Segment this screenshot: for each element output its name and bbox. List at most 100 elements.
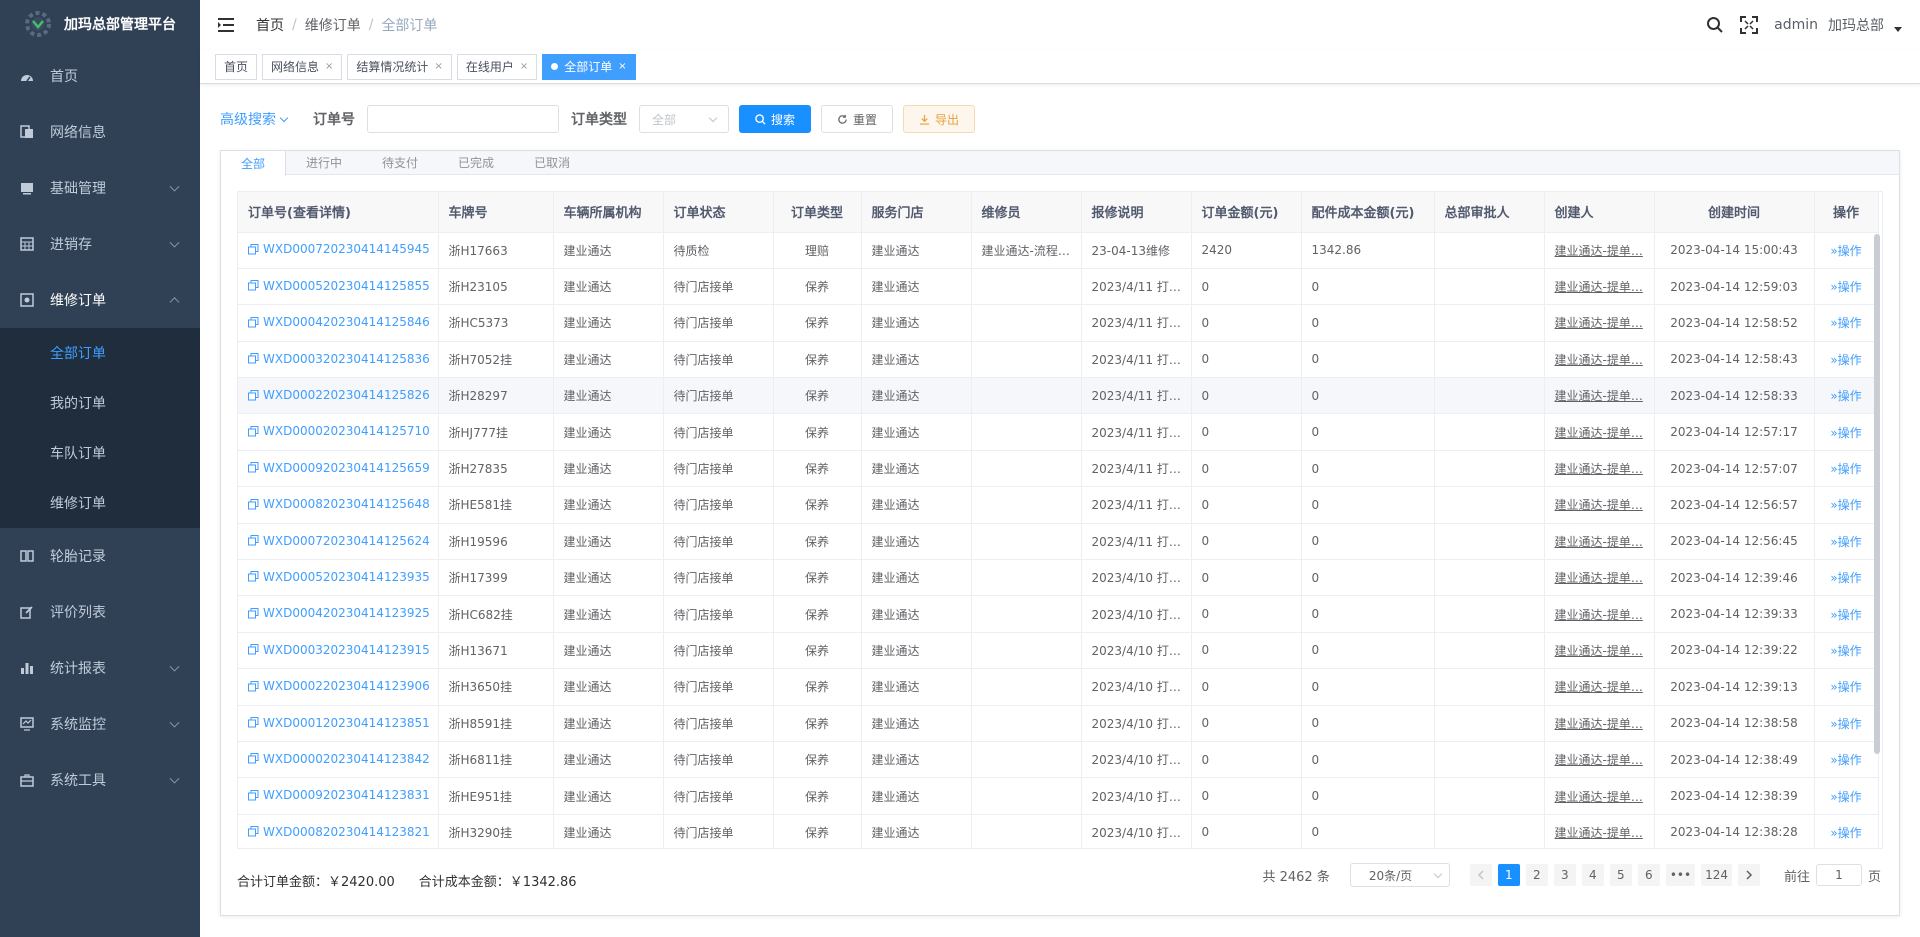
submenu-item-2[interactable]: 车队订单 (0, 428, 200, 478)
sidebar-item-9[interactable]: 系统工具 (0, 752, 200, 808)
order-type-select[interactable]: 全部 (639, 105, 729, 133)
order-link[interactable]: WXD000820230414125648 (238, 486, 439, 524)
operate-link[interactable]: »操作 (1814, 377, 1879, 415)
chevron-down-icon (1433, 869, 1443, 878)
status-tab-1[interactable]: 进行中 (286, 151, 362, 174)
reset-button[interactable]: 重置 (821, 105, 894, 133)
page-button[interactable]: 3 (1553, 864, 1576, 886)
operate-link[interactable]: »操作 (1814, 668, 1879, 706)
fullscreen-icon[interactable] (1740, 16, 1759, 34)
order-link[interactable]: WXD000120230414123851 (238, 705, 439, 742)
order-link[interactable]: WXD000420230414123925 (238, 595, 439, 633)
order-link[interactable]: WXD000020230414125710 (238, 413, 439, 451)
order-link[interactable]: WXD000720230414145945 (238, 232, 439, 269)
order-link[interactable]: WXD000420230414125846 (238, 304, 439, 342)
status-tab-4[interactable]: 已取消 (514, 151, 590, 174)
close-icon[interactable]: × (325, 61, 333, 72)
table-cell: 0 (1301, 741, 1435, 779)
submenu-item-3[interactable]: 维修订单 (0, 478, 200, 528)
advanced-search-toggle[interactable]: 高级搜索 (220, 109, 289, 129)
page-button[interactable]: 6 (1637, 864, 1660, 886)
sidebar-item-1[interactable]: 网络信息 (0, 104, 200, 160)
page-button[interactable]: 1 (1497, 864, 1520, 886)
operate-link[interactable]: »操作 (1814, 777, 1879, 815)
table-cell: 2023-04-14 12:58:43 (1654, 341, 1815, 379)
user-menu[interactable]: admin 加玛总部 (1774, 15, 1902, 35)
breadcrumb: 首页 / 维修订单 / 全部订单 (256, 15, 437, 35)
page-button[interactable]: 2 (1525, 864, 1548, 886)
double-chevron-right-icon: » (1830, 316, 1838, 331)
operate-link[interactable]: »操作 (1814, 232, 1879, 269)
order-link[interactable]: WXD000720230414125624 (238, 523, 439, 561)
close-icon[interactable]: × (618, 61, 626, 72)
order-link[interactable]: WXD000320230414125836 (238, 341, 439, 379)
table-cell: 保养 (773, 705, 862, 742)
operate-link[interactable]: »操作 (1814, 814, 1879, 848)
operate-link[interactable]: »操作 (1814, 523, 1879, 561)
page-size-select[interactable]: 20条/页 (1349, 863, 1450, 887)
order-link[interactable]: WXD000520230414125855 (238, 268, 439, 306)
page-button[interactable]: 4 (1581, 864, 1604, 886)
table-cell: 建业通达 (861, 377, 972, 415)
order-link[interactable]: WXD000320230414123915 (238, 632, 439, 670)
operate-link[interactable]: »操作 (1814, 268, 1879, 306)
breadcrumb-home[interactable]: 首页 (256, 15, 284, 35)
operate-link[interactable]: »操作 (1814, 413, 1879, 451)
order-link[interactable]: WXD000220230414125826 (238, 377, 439, 415)
operate-link[interactable]: »操作 (1814, 341, 1879, 379)
close-icon[interactable]: × (434, 61, 442, 72)
sidebar-item-0[interactable]: 首页 (0, 48, 200, 104)
table-cell (971, 413, 1082, 451)
goto-page-input[interactable]: 1 (1815, 864, 1862, 886)
sidebar-item-5[interactable]: 轮胎记录 (0, 528, 200, 584)
close-icon[interactable]: × (520, 61, 528, 72)
tag-4[interactable]: 全部订单 × (542, 53, 636, 80)
creator-cell: 建业通达-提单… (1544, 486, 1655, 524)
order-link[interactable]: WXD000220230414123906 (238, 668, 439, 706)
sidebar-item-7[interactable]: 统计报表 (0, 640, 200, 696)
hamburger-icon[interactable] (218, 18, 234, 32)
sidebar-item-3[interactable]: 进销存 (0, 216, 200, 272)
tag-0[interactable]: 首页 (215, 53, 258, 80)
tag-2[interactable]: 结算情况统计 × (347, 53, 452, 80)
operate-link[interactable]: »操作 (1814, 304, 1879, 342)
page-button[interactable]: 124 (1701, 864, 1732, 886)
page-button[interactable]: 5 (1609, 864, 1632, 886)
status-tab-3[interactable]: 已完成 (438, 151, 514, 174)
breadcrumb-repair-orders[interactable]: 维修订单 (305, 15, 361, 35)
operate-link[interactable]: »操作 (1814, 632, 1879, 670)
table-header-row: 订单号(查看详情) 车牌号 车辆所属机构 订单状态 订单类型 服务门店 维修员 报修说明 订单金… (238, 192, 1879, 233)
search-button[interactable]: 搜索 (739, 105, 812, 133)
status-tab-0[interactable]: 全部 (221, 151, 287, 176)
order-link[interactable]: WXD000820230414123821 (238, 814, 439, 848)
operate-link[interactable]: »操作 (1814, 486, 1879, 524)
operate-link[interactable]: »操作 (1814, 595, 1879, 633)
sidebar-item-8[interactable]: 系统监控 (0, 696, 200, 752)
more-pages-button[interactable]: ••• (1665, 864, 1696, 886)
tag-3[interactable]: 在线用户 × (456, 53, 538, 80)
submenu-item-0[interactable]: 全部订单 (0, 328, 200, 378)
next-page-button[interactable] (1737, 864, 1760, 886)
sidebar-item-2[interactable]: 基础管理 (0, 160, 200, 216)
table-row: WXD000420230414123925 浙HC682挂 建业通达 待门店接单 保养建… (238, 595, 1879, 633)
order-link[interactable]: WXD000920230414125659 (238, 450, 439, 488)
order-link[interactable]: WXD000520230414123935 (238, 559, 439, 597)
operate-link[interactable]: »操作 (1814, 450, 1879, 488)
prev-page-button[interactable] (1469, 864, 1492, 886)
order-link[interactable]: WXD000920230414123831 (238, 777, 439, 815)
creator-cell: 建业通达-提单… (1544, 268, 1655, 306)
operate-label: 操作 (1837, 425, 1862, 440)
order-no-input[interactable] (367, 105, 559, 133)
operate-link[interactable]: »操作 (1814, 705, 1879, 742)
table-scrollbar[interactable] (1874, 234, 1880, 754)
tag-1[interactable]: 网络信息 × (262, 53, 343, 80)
export-button[interactable]: 导出 (903, 105, 976, 133)
sidebar-item-6[interactable]: 评价列表 (0, 584, 200, 640)
order-link[interactable]: WXD000020230414123842 (238, 741, 439, 779)
status-tab-2[interactable]: 待支付 (362, 151, 438, 174)
operate-link[interactable]: »操作 (1814, 559, 1879, 597)
submenu-item-1[interactable]: 我的订单 (0, 378, 200, 428)
search-icon[interactable] (1706, 16, 1724, 34)
sidebar-item-4[interactable]: 维修订单 (0, 272, 200, 328)
operate-link[interactable]: »操作 (1814, 741, 1879, 779)
